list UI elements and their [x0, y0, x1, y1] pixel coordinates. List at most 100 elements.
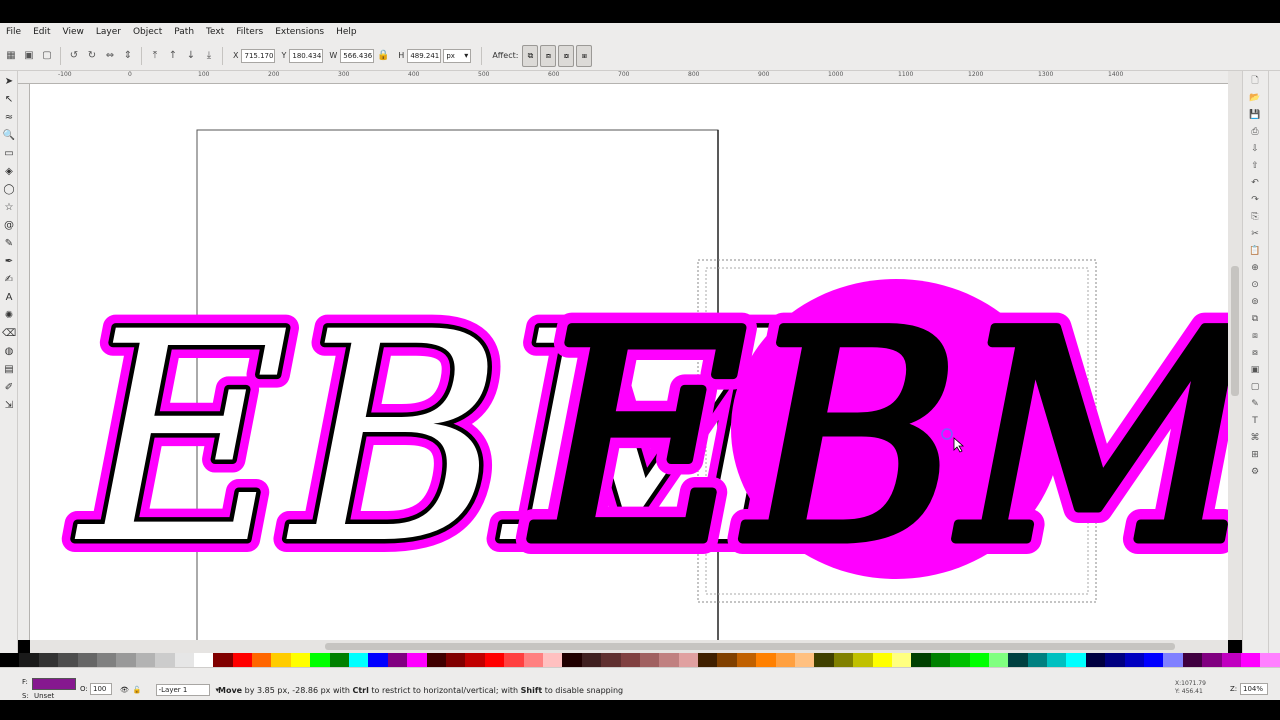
- select-all-layers-icon[interactable]: ▣: [21, 48, 37, 64]
- palette-swatch[interactable]: [1241, 653, 1261, 667]
- palette-swatch[interactable]: [174, 653, 194, 667]
- scale-stroke-toggle[interactable]: ⧉: [522, 44, 539, 67]
- select-tool-icon[interactable]: ➤: [2, 73, 16, 89]
- menu-view[interactable]: View: [57, 27, 90, 37]
- palette-swatch[interactable]: [329, 653, 350, 667]
- menu-extensions[interactable]: Extensions: [269, 27, 330, 37]
- lower-icon[interactable]: ↓: [183, 48, 199, 64]
- connector-tool-icon[interactable]: ⇲: [2, 397, 16, 413]
- export-icon[interactable]: ⇧: [1248, 159, 1262, 173]
- horizontal-scrollbar[interactable]: [30, 640, 1228, 653]
- palette-swatch[interactable]: [445, 653, 466, 667]
- palette-swatch[interactable]: [833, 653, 854, 667]
- palette-swatch[interactable]: [1105, 653, 1125, 667]
- pencil-tool-icon[interactable]: ✎: [2, 235, 16, 251]
- monogram-right[interactable]: EBM EBM EBM: [516, 256, 1228, 623]
- fill-swatch[interactable]: [32, 678, 76, 690]
- palette-swatch[interactable]: [601, 653, 621, 667]
- palette-swatch[interactable]: [736, 653, 757, 667]
- palette-swatch[interactable]: [1221, 653, 1241, 667]
- copy-icon[interactable]: ⎘: [1248, 210, 1262, 224]
- palette-swatch[interactable]: [349, 653, 369, 667]
- eye-icon[interactable]: 👁: [120, 686, 129, 694]
- xml-editor-icon[interactable]: ⌘: [1248, 431, 1262, 445]
- palette-swatch[interactable]: [756, 653, 776, 667]
- palette-swatch[interactable]: [426, 653, 446, 667]
- raise-icon[interactable]: ↑: [165, 48, 181, 64]
- palette-swatch[interactable]: [562, 653, 582, 667]
- palette-swatch[interactable]: [639, 653, 660, 667]
- preferences-icon[interactable]: ⚙: [1248, 465, 1262, 479]
- tweak-tool-icon[interactable]: ≈: [2, 109, 16, 125]
- select-all-icon[interactable]: ▦: [3, 48, 19, 64]
- vertical-scrollbar-thumb[interactable]: [1231, 266, 1239, 396]
- menu-text[interactable]: Text: [200, 27, 230, 37]
- new-doc-icon[interactable]: 🗋: [1248, 74, 1262, 88]
- zoom-drawing-icon[interactable]: ⊙: [1248, 278, 1262, 292]
- palette-swatch[interactable]: [523, 653, 543, 667]
- drawing-canvas[interactable]: EBM EBM EBM EBM EBM EBM: [30, 84, 1228, 640]
- palette-swatch[interactable]: [891, 653, 912, 667]
- lower-to-bottom-icon[interactable]: ⤓: [201, 48, 217, 64]
- unlink-clone-icon[interactable]: ⧇: [1248, 346, 1262, 360]
- stroke-value[interactable]: Unset: [34, 692, 54, 700]
- palette-swatch[interactable]: [698, 653, 718, 667]
- palette-swatch[interactable]: [795, 653, 815, 667]
- palette-swatch[interactable]: [504, 653, 524, 667]
- spray-tool-icon[interactable]: ✺: [2, 307, 16, 323]
- align-icon[interactable]: ⊞: [1248, 448, 1262, 462]
- palette-swatch[interactable]: [310, 653, 330, 667]
- horizontal-scrollbar-thumb[interactable]: [325, 643, 1175, 650]
- palette-swatch[interactable]: [1202, 653, 1222, 667]
- unit-select[interactable]: px: [443, 48, 472, 63]
- raise-to-top-icon[interactable]: ⤒: [147, 48, 163, 64]
- palette-swatch[interactable]: [252, 653, 272, 667]
- layer-select[interactable]: -Layer 1: [155, 683, 219, 696]
- menu-object[interactable]: Object: [127, 27, 168, 37]
- palette-swatch[interactable]: [484, 653, 505, 667]
- palette-swatch[interactable]: [155, 653, 175, 667]
- print-icon[interactable]: ⎙: [1248, 125, 1262, 139]
- move-gradients-toggle[interactable]: ⧇: [558, 44, 575, 67]
- palette-swatch[interactable]: [969, 653, 989, 667]
- palette-swatch[interactable]: [232, 653, 253, 667]
- palette-swatch[interactable]: [659, 653, 679, 667]
- node-tool-icon[interactable]: ↖: [2, 91, 16, 107]
- palette-swatch[interactable]: [368, 653, 388, 667]
- duplicate-icon[interactable]: ⧉: [1248, 312, 1262, 326]
- eraser-tool-icon[interactable]: ⌫: [2, 325, 16, 341]
- palette-swatch[interactable]: [1260, 653, 1280, 667]
- palette-swatch[interactable]: [872, 653, 892, 667]
- palette-swatch[interactable]: [135, 653, 156, 667]
- gradient-tool-icon[interactable]: ▤: [2, 361, 16, 377]
- palette-swatch[interactable]: [1027, 653, 1048, 667]
- palette-swatch[interactable]: [814, 653, 834, 667]
- fill-stroke-icon[interactable]: ✎: [1248, 397, 1262, 411]
- palette-swatch[interactable]: [407, 653, 427, 667]
- h-input[interactable]: 489.241: [407, 48, 442, 63]
- save-icon[interactable]: 💾: [1248, 108, 1262, 122]
- palette-swatch[interactable]: [988, 653, 1009, 667]
- move-patterns-toggle[interactable]: ⧆: [576, 44, 593, 67]
- palette-swatch[interactable]: [678, 653, 699, 667]
- palette-swatch[interactable]: [1182, 653, 1203, 667]
- palette-swatch[interactable]: [853, 653, 873, 667]
- zoom-selection-icon[interactable]: ⊕: [1248, 261, 1262, 275]
- flip-vertical-icon[interactable]: ⇕: [120, 48, 136, 64]
- zoom-page-icon[interactable]: ⊚: [1248, 295, 1262, 309]
- rotate-cw-icon[interactable]: ↻: [84, 48, 100, 64]
- palette-swatch[interactable]: [581, 653, 602, 667]
- clone-icon[interactable]: ⧈: [1248, 329, 1262, 343]
- palette-swatch[interactable]: [542, 653, 563, 667]
- menu-path[interactable]: Path: [168, 27, 200, 37]
- palette-swatch[interactable]: [0, 653, 20, 667]
- palette-swatch[interactable]: [19, 653, 39, 667]
- palette-swatch[interactable]: [38, 653, 59, 667]
- zoom-tool-icon[interactable]: 🔍: [2, 127, 16, 143]
- rotate-ccw-icon[interactable]: ↺: [66, 48, 82, 64]
- pen-tool-icon[interactable]: ✒: [2, 253, 16, 269]
- palette-swatch[interactable]: [1085, 653, 1106, 667]
- palette-swatch[interactable]: [950, 653, 970, 667]
- opacity-input[interactable]: 100: [90, 683, 112, 695]
- text-tool-icon[interactable]: A: [2, 289, 16, 305]
